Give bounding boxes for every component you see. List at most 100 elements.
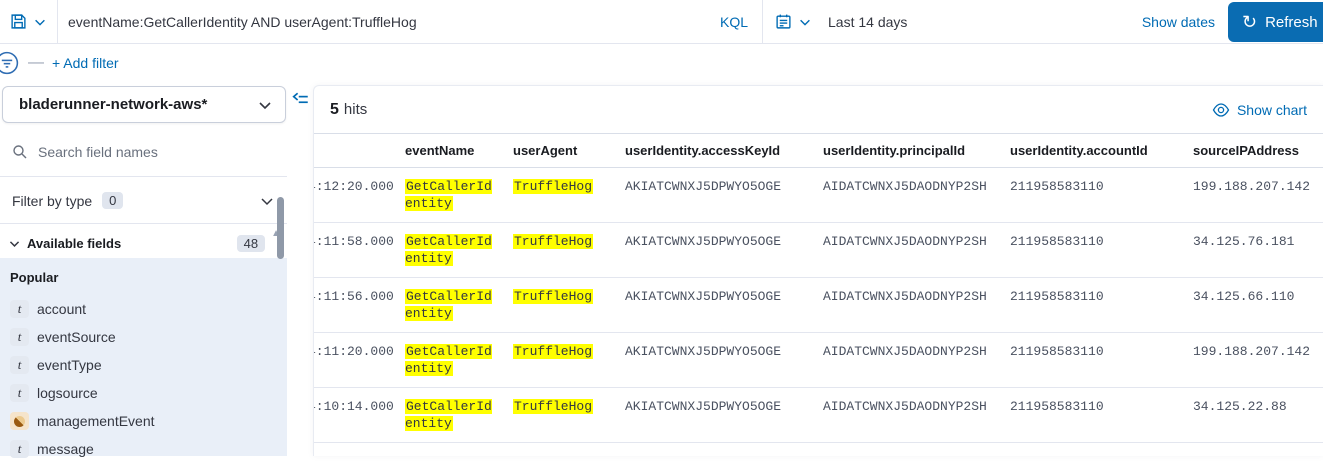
cell-access-key-id: AKIATCWNXJ5DPWYO5OGE [619, 223, 817, 277]
table-row[interactable]: 4:12:20.000 GetCallerIdentity TruffleHog… [314, 168, 1323, 223]
filter-bar: — + Add filter [0, 44, 1323, 82]
cell-account-id: 211958583110 [1004, 223, 1187, 277]
cell-user-agent: TruffleHog [507, 168, 619, 222]
cell-source-ip: 34.125.76.181 [1187, 223, 1323, 277]
column-header[interactable]: sourceIPAddress [1187, 143, 1323, 158]
cell-time: 4:11:58.000 [314, 223, 399, 277]
field-list-item[interactable]: t eventType [10, 351, 277, 379]
field-name: account [37, 301, 86, 317]
show-chart-button[interactable]: Show chart [1212, 101, 1307, 119]
field-search-input[interactable]: Search field names [0, 127, 287, 177]
filter-by-type-count-badge: 0 [102, 192, 123, 209]
cell-source-ip: 199.188.207.142 [1187, 333, 1323, 387]
popular-fields: t account t eventSource t eventType t lo… [10, 295, 277, 463]
cell-event-name: GetCallerIdentity [399, 333, 503, 387]
search-icon [12, 144, 28, 160]
column-header[interactable]: userAgent [507, 143, 619, 158]
table-body: 4:12:20.000 GetCallerIdentity TruffleHog… [314, 168, 1323, 443]
search-query-input[interactable]: eventName:GetCallerIdentity AND userAgen… [58, 0, 706, 43]
cell-principal-id: AIDATCWNXJ5DAODNYP2SH [817, 223, 1004, 277]
field-list-item[interactable]: t eventSource [10, 323, 277, 351]
date-range-value[interactable]: Last 14 days [818, 14, 907, 30]
chevron-down-icon[interactable] [798, 15, 812, 29]
chevron-down-icon[interactable] [33, 15, 47, 29]
cell-user-agent: TruffleHog [507, 223, 619, 277]
field-name: eventSource [37, 329, 116, 345]
cell-event-name: GetCallerIdentity [399, 223, 503, 277]
cell-source-ip: 34.125.66.110 [1187, 278, 1323, 332]
available-fields-header[interactable]: Available fields 48 ▲ [0, 228, 287, 258]
hits-label: hits [344, 101, 367, 118]
date-picker[interactable]: Last 14 days [763, 0, 919, 43]
cell-account-id: 211958583110 [1004, 168, 1187, 222]
index-pattern-name: bladerunner-network-aws* [19, 96, 207, 113]
eye-icon [1212, 101, 1230, 119]
table-row[interactable]: 4:10:14.000 GetCallerIdentity TruffleHog… [314, 388, 1323, 443]
field-list-item[interactable]: managementEvent [10, 407, 277, 435]
cell-user-agent: TruffleHog [507, 333, 619, 387]
calendar-icon[interactable] [775, 13, 792, 30]
show-dates-button[interactable]: Show dates [1142, 0, 1215, 44]
field-name: eventType [37, 357, 102, 373]
cell-access-key-id: AKIATCWNXJ5DPWYO5OGE [619, 278, 817, 332]
field-name: logsource [37, 385, 98, 401]
fields-sidebar: bladerunner-network-aws* Search field na… [0, 82, 287, 456]
field-type-icon: t [10, 328, 29, 346]
cell-principal-id: AIDATCWNXJ5DAODNYP2SH [817, 278, 1004, 332]
field-type-icon: t [10, 300, 29, 318]
chevron-down-icon [259, 193, 275, 209]
field-type-icon: t [10, 384, 29, 402]
available-fields-count-badge: 48 [237, 235, 265, 252]
hits-count: 5 [330, 101, 339, 119]
filter-funnel-icon[interactable] [0, 50, 20, 76]
refresh-button[interactable]: ↻ Refresh [1228, 2, 1323, 42]
column-header[interactable]: userIdentity.accessKeyId [619, 143, 817, 158]
sidebar-scrollbar-thumb[interactable] [277, 197, 284, 259]
table-row[interactable]: 4:11:20.000 GetCallerIdentity TruffleHog… [314, 333, 1323, 388]
cell-time: 4:10:14.000 [314, 388, 399, 442]
chevron-down-icon [8, 237, 21, 250]
column-header[interactable]: eventName [399, 143, 507, 158]
field-search-placeholder: Search field names [38, 144, 158, 160]
cell-source-ip: 34.125.22.88 [1187, 388, 1323, 442]
cell-access-key-id: AKIATCWNXJ5DPWYO5OGE [619, 168, 817, 222]
filter-divider: — [28, 54, 44, 72]
column-header[interactable]: userIdentity.principalId [817, 143, 1004, 158]
field-type-icon: t [10, 356, 29, 374]
field-list-item[interactable]: t logsource [10, 379, 277, 407]
cell-event-name: GetCallerIdentity [399, 388, 503, 442]
available-fields-label: Available fields [27, 236, 121, 251]
query-language-button[interactable]: KQL [706, 0, 763, 43]
cell-access-key-id: AKIATCWNXJ5DPWYO5OGE [619, 388, 817, 442]
cell-account-id: 211958583110 [1004, 333, 1187, 387]
cell-account-id: 211958583110 [1004, 388, 1187, 442]
query-bar: eventName:GetCallerIdentity AND userAgen… [0, 0, 1323, 44]
field-type-icon: t [10, 440, 29, 458]
saved-query-menu[interactable] [0, 0, 58, 43]
field-type-icon [10, 412, 29, 430]
filter-by-type-button[interactable]: Filter by type 0 [0, 178, 287, 224]
refresh-label: Refresh [1265, 14, 1318, 31]
cell-principal-id: AIDATCWNXJ5DAODNYP2SH [817, 333, 1004, 387]
collapse-sidebar-icon[interactable] [292, 91, 310, 109]
cell-time: 4:11:20.000 [314, 333, 399, 387]
table-row[interactable]: 4:11:58.000 GetCallerIdentity TruffleHog… [314, 223, 1323, 278]
add-filter-button[interactable]: + Add filter [52, 55, 119, 71]
cell-principal-id: AIDATCWNXJ5DAODNYP2SH [817, 388, 1004, 442]
cell-account-id: 211958583110 [1004, 278, 1187, 332]
filter-by-type-label: Filter by type [12, 193, 92, 209]
field-name: message [37, 441, 94, 457]
field-name: managementEvent [37, 413, 155, 429]
refresh-icon: ↻ [1242, 13, 1257, 31]
cell-user-agent: TruffleHog [507, 278, 619, 332]
chevron-down-icon [257, 97, 273, 113]
table-row[interactable]: 4:11:56.000 GetCallerIdentity TruffleHog… [314, 278, 1323, 333]
cell-access-key-id: AKIATCWNXJ5DPWYO5OGE [619, 333, 817, 387]
hits-bar: 5 hits Show chart [314, 86, 1323, 134]
field-list-item[interactable]: t account [10, 295, 277, 323]
cell-user-agent: TruffleHog [507, 388, 619, 442]
field-list-item[interactable]: t message [10, 435, 277, 463]
column-header[interactable]: userIdentity.accountId [1004, 143, 1187, 158]
save-query-icon[interactable] [10, 13, 27, 30]
index-pattern-selector[interactable]: bladerunner-network-aws* [2, 86, 286, 123]
